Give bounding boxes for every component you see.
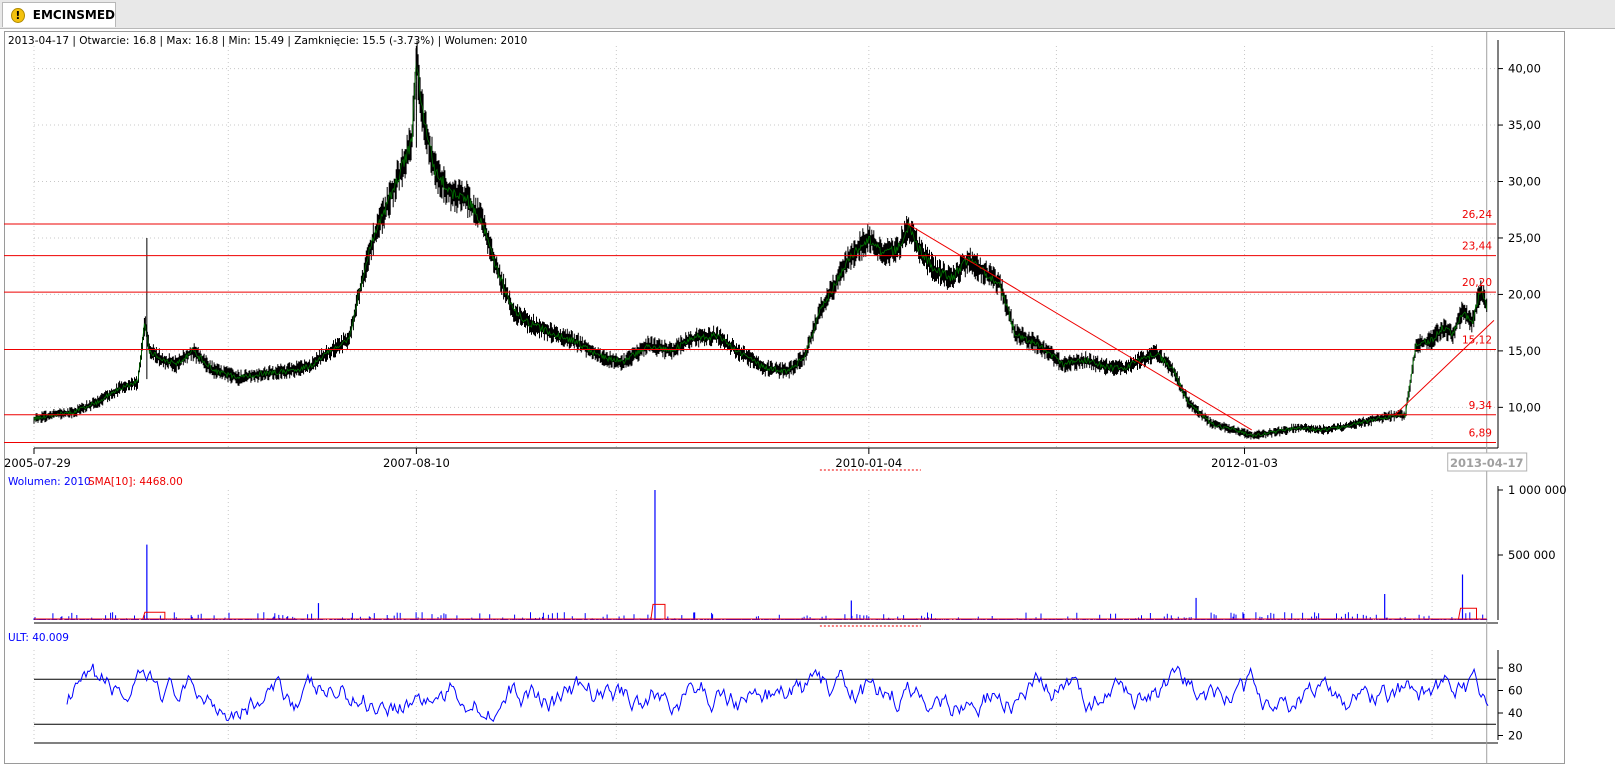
y-tick-label: 1 000 000 bbox=[1508, 483, 1567, 497]
sma-bump bbox=[650, 603, 666, 620]
y-tick-label: 25,00 bbox=[1508, 231, 1541, 245]
sma-bump bbox=[1458, 607, 1477, 620]
sma-bump bbox=[142, 611, 166, 620]
y-tick-label: 500 000 bbox=[1508, 548, 1556, 562]
ult-label: ULT: 40.009 bbox=[8, 632, 69, 644]
y-tick-label: 15,00 bbox=[1508, 344, 1541, 358]
level-label: 23,44 bbox=[1462, 241, 1492, 253]
chart-canvas[interactable]: 40,00 35,00 30,00 25,00 20,00 15,00 10,00 2005-… bbox=[0, 0, 1615, 767]
y-tick-label: 30,00 bbox=[1508, 175, 1541, 189]
ult-line bbox=[66, 663, 1489, 723]
price-candles bbox=[33, 40, 1488, 440]
cursor-label: 2013-04-17 bbox=[1450, 456, 1524, 470]
info-line: 2013-04-17 | Otwarcie: 16.8 | Max: 16.8 … bbox=[8, 35, 527, 47]
sma-label: SMA[10]: 4468.00 bbox=[88, 476, 183, 488]
y-tick-label: 20 bbox=[1508, 729, 1523, 743]
y-tick-label: 20,00 bbox=[1508, 287, 1541, 301]
level-label: 20,20 bbox=[1462, 277, 1492, 289]
y-tick-label: 80 bbox=[1508, 661, 1523, 675]
y-tick-label: 60 bbox=[1508, 684, 1523, 698]
x-tick-label: 2005-07-29 bbox=[4, 456, 71, 470]
y-tick-label: 40,00 bbox=[1508, 62, 1541, 76]
level-label: 26,24 bbox=[1462, 209, 1492, 221]
x-tick-label: 2007-08-10 bbox=[383, 456, 450, 470]
x-tick-label: 2010-01-04 bbox=[835, 456, 902, 470]
y-tick-label: 40 bbox=[1508, 706, 1523, 720]
volume-label: Wolumen: 2010 bbox=[8, 476, 91, 488]
level-label: 6,89 bbox=[1469, 427, 1492, 439]
y-tick-label: 35,00 bbox=[1508, 118, 1541, 132]
y-tick-label: 10,00 bbox=[1508, 400, 1541, 414]
price-bars bbox=[33, 40, 1488, 440]
level-label: 9,34 bbox=[1469, 400, 1493, 412]
x-tick-label: 2012-01-03 bbox=[1211, 456, 1278, 470]
